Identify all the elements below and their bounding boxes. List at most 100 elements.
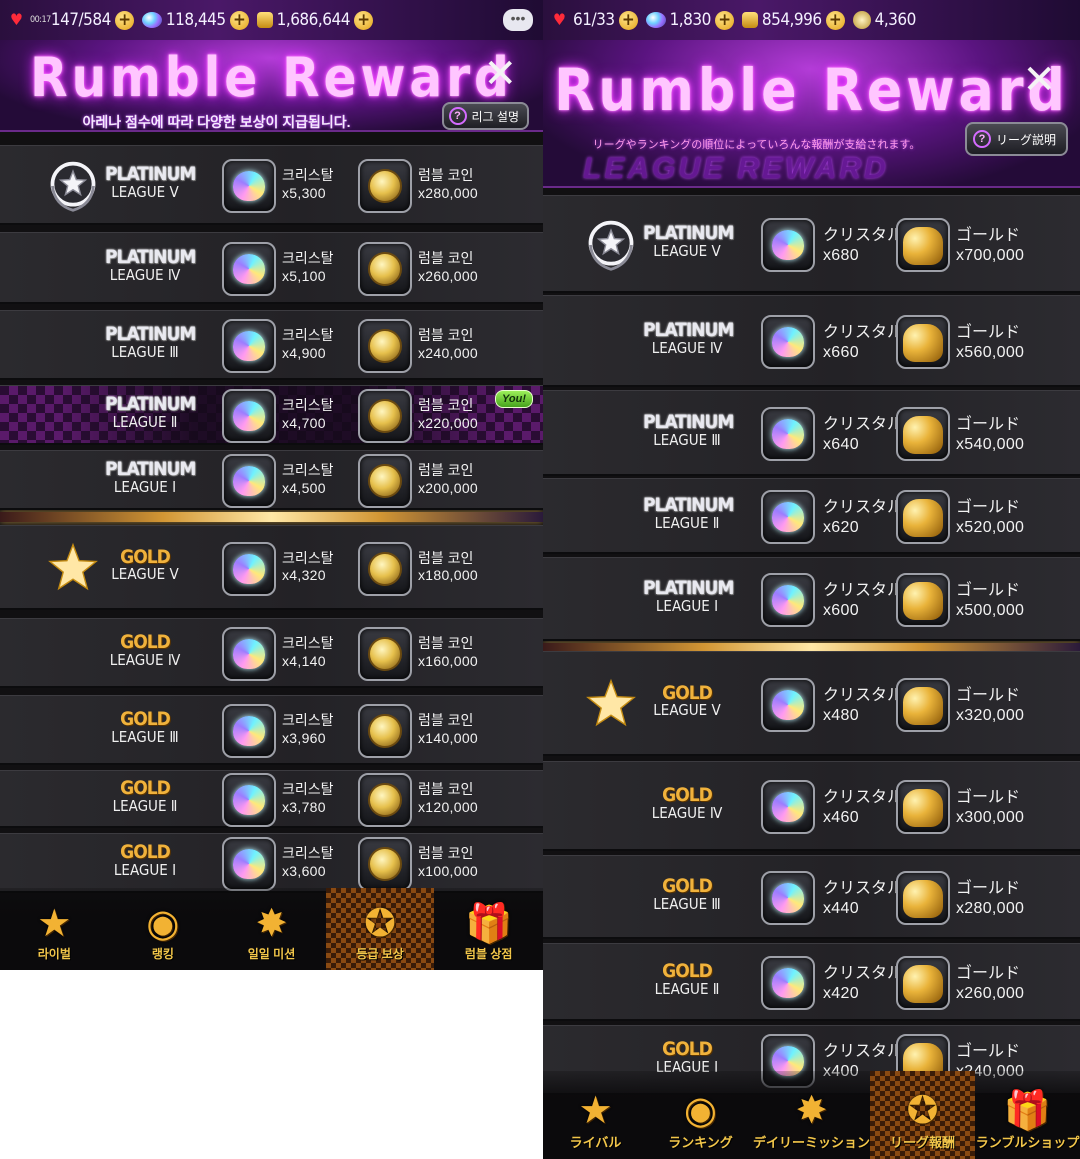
nav-tab[interactable]: ◉ 랭킹 — [109, 888, 218, 970]
league-name: PLATINUM LEAGUE Ⅰ — [105, 459, 196, 496]
energy-value: 61/33 — [573, 10, 615, 30]
crystal-reward: 크리스탈 x4,500 — [282, 462, 334, 497]
coin-reward-name: 럼블 코인 — [418, 397, 474, 413]
tier-label: GOLD — [120, 841, 171, 863]
league-row: PLATINUM LEAGUE Ⅲ クリスタル x640 ゴールド x540,000 — [543, 390, 1080, 476]
nav-tab[interactable]: ★ ライバル — [543, 1071, 648, 1159]
coin-reward-amount: x160,000 — [418, 652, 479, 669]
tier-label: GOLD — [662, 960, 713, 982]
nav-tab[interactable]: 🎁 ランブルショップ — [975, 1071, 1080, 1159]
rumble-coin-icon — [368, 637, 402, 671]
coin-reward: ゴールド x700,000 — [956, 226, 1024, 266]
gift-box-icon: 🎁 — [465, 903, 513, 945]
crystal-reward-name: クリスタル — [823, 416, 904, 433]
coin-reward: ゴールド x320,000 — [956, 686, 1024, 726]
chat-icon[interactable]: ••• — [503, 9, 533, 31]
add-energy-button[interactable]: + — [618, 10, 638, 30]
crystal-reward-amount: x440 — [823, 900, 859, 917]
crystal-reward-icon — [222, 389, 276, 443]
rumble-coin-icon — [368, 169, 402, 203]
nav-tab-label: デイリーミッション — [753, 1135, 871, 1150]
rumble-coin-icon — [368, 252, 402, 286]
crystal-reward: 크리스탈 x3,960 — [282, 712, 334, 747]
coin-reward: 럼블 코인 x120,000 — [418, 781, 478, 816]
nav-tab[interactable]: 🎁 럼블 상점 — [434, 888, 543, 970]
add-gold-button[interactable]: + — [825, 10, 845, 30]
crystal-reward-amount: x620 — [823, 519, 859, 536]
league-level-label: LEAGUE Ⅴ — [653, 241, 721, 260]
crystal-reward: クリスタル x440 — [823, 879, 903, 919]
rumble-coin-icon — [368, 847, 402, 881]
crystal-reward-icon — [761, 315, 815, 369]
close-button[interactable]: ✕ — [483, 54, 517, 94]
crystal-reward: 크리스탈 x3,780 — [282, 781, 334, 816]
coin-reward-icon — [896, 871, 950, 925]
crystal-icon — [772, 502, 804, 532]
add-crystal-button[interactable]: + — [714, 10, 734, 30]
crystal-reward: 크리스탈 x3,600 — [282, 845, 334, 880]
league-name: GOLD LEAGUE Ⅲ — [643, 876, 731, 913]
league-guide-button[interactable]: ? 리그 설명 — [441, 102, 529, 130]
add-energy-button[interactable]: + — [114, 10, 134, 30]
league-name: PLATINUM LEAGUE Ⅳ — [105, 247, 196, 284]
coin-reward-name: 럼블 코인 — [418, 635, 474, 651]
mission-burst-icon: ✸ — [795, 1090, 828, 1132]
medal-stat: 4,360 — [852, 10, 916, 30]
nav-tab-label: 라이벌 — [37, 947, 71, 961]
crystal-reward: クリスタル x420 — [823, 964, 903, 1004]
coin-reward: ゴールド x500,000 — [956, 581, 1024, 621]
crystal-reward-amount: x5,100 — [282, 267, 326, 284]
energy-timer: 00:17 — [30, 15, 51, 25]
tier-label: GOLD — [120, 631, 171, 653]
crystal-reward-name: 크리스탈 — [282, 462, 334, 478]
league-name: GOLD LEAGUE Ⅳ — [105, 631, 185, 669]
crystal-reward-name: 크리스탈 — [282, 250, 334, 266]
crystal-reward-name: 크리스탈 — [282, 327, 334, 343]
crystal-reward-name: 크리스탈 — [282, 635, 334, 651]
league-row: PLATINUM LEAGUE Ⅳ クリスタル x660 ゴールド x560,000 — [543, 295, 1080, 387]
close-button[interactable]: ✕ — [1022, 60, 1056, 100]
coin-reward-name: ゴールド — [956, 686, 1021, 704]
league-row: GOLD LEAGUE Ⅳ 크리스탈 x4,140 럼블 코인 x160,000 — [0, 618, 543, 688]
league-name: PLATINUM LEAGUE Ⅲ — [643, 412, 734, 449]
crystal-reward-amount: x460 — [823, 809, 859, 826]
crystal-reward-amount: x420 — [823, 985, 859, 1002]
gold-pile-icon — [903, 965, 943, 1003]
league-level-label: LEAGUE Ⅰ — [113, 477, 177, 496]
you-badge: You! — [494, 390, 533, 408]
league-level-label: LEAGUE Ⅳ — [109, 650, 181, 669]
nav-tab[interactable]: ★ 라이벌 — [0, 888, 109, 970]
league-level-label: LEAGUE Ⅲ — [653, 894, 721, 913]
crystal-reward-amount: x4,900 — [282, 344, 326, 361]
crystal-icon — [772, 327, 804, 357]
coin-reward: ゴールド x280,000 — [956, 879, 1024, 919]
reward-header: Rumble Reward 아레나 점수에 따라 다양한 보상이 지급됩니다. … — [0, 40, 543, 132]
coin-reward-icon — [358, 704, 412, 758]
crystal-icon — [233, 331, 265, 361]
nav-tab[interactable]: ✸ 일일 미션 — [217, 888, 326, 970]
crystal-reward: 크리스탈 x4,140 — [282, 635, 334, 670]
coin-reward-icon — [358, 627, 412, 681]
nav-tab[interactable]: ✸ デイリーミッション — [753, 1071, 870, 1159]
gold-emblem-icon — [583, 677, 639, 733]
league-name: PLATINUM LEAGUE Ⅴ — [643, 223, 734, 260]
coin-reward-icon — [896, 573, 950, 627]
crystal-reward-icon — [761, 677, 815, 732]
gold-pile-icon — [903, 686, 943, 725]
tier-label: PLATINUM — [643, 494, 734, 516]
nav-tab[interactable]: ✪ リーグ報酬 — [870, 1071, 976, 1159]
league-name: PLATINUM LEAGUE Ⅱ — [105, 394, 196, 431]
add-gold-button[interactable]: + — [353, 10, 373, 30]
crystal-reward-name: 크리스탈 — [282, 397, 334, 413]
medal-icon — [852, 11, 871, 29]
tier-label: GOLD — [662, 681, 713, 704]
nav-tab[interactable]: ◉ ランキング — [648, 1071, 753, 1159]
league-row: PLATINUM LEAGUE Ⅰ 크리스탈 x4,500 럼블 코인 x200,000 — [0, 450, 543, 510]
add-crystal-button[interactable]: + — [229, 10, 249, 30]
coin-reward-amount: x560,000 — [956, 344, 1025, 361]
gold-pile-icon — [903, 880, 943, 918]
coin-reward-icon — [358, 242, 412, 296]
league-level-label: LEAGUE Ⅱ — [654, 979, 720, 998]
nav-tab[interactable]: ✪ 등급 보상 — [325, 888, 435, 970]
league-guide-button[interactable]: ? リーグ説明 — [964, 122, 1068, 156]
